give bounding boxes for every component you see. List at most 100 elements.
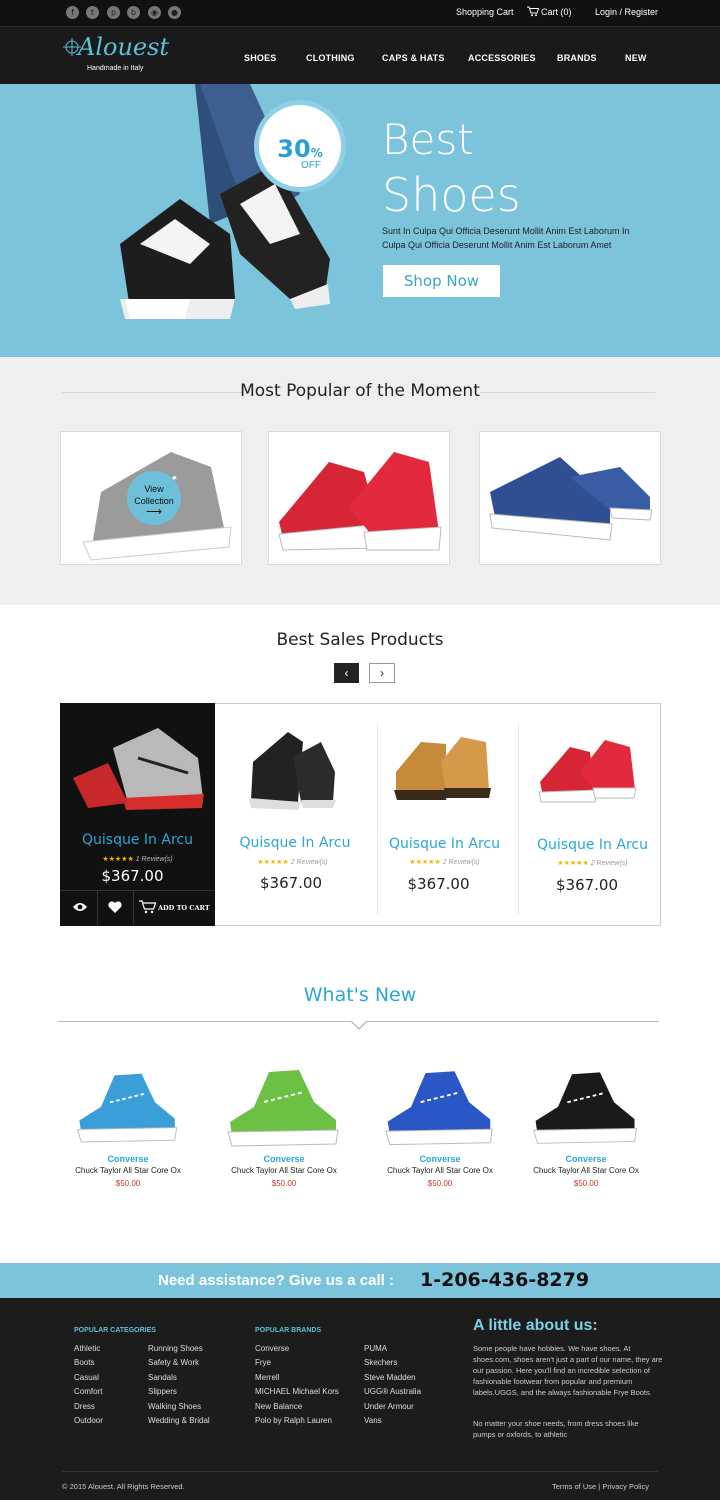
view-collection-label: View Collection xyxy=(134,484,174,506)
footer-legal-links: Terms of Use | Privacy Policy xyxy=(552,1482,649,1491)
about-paragraph-1: Some people have hobbies. We have shoes.… xyxy=(473,1344,663,1397)
footer-link[interactable]: New Balance xyxy=(255,1402,302,1411)
dribbble-icon[interactable]: ● xyxy=(168,6,181,19)
product-4-name[interactable]: Quisque In Arcu xyxy=(521,837,664,853)
whats-new-brand-1[interactable]: Converse xyxy=(58,1154,198,1164)
blogger-icon[interactable]: b xyxy=(127,6,140,19)
add-to-cart-button[interactable]: ADD TO CART xyxy=(158,904,210,912)
whats-new-price-2: $50.00 xyxy=(271,1179,297,1188)
product-2-price: $367.00 xyxy=(259,874,323,892)
nav-brands[interactable]: BRANDS xyxy=(557,53,597,63)
best-sales-title: Best Sales Products xyxy=(276,630,444,650)
footer-link[interactable]: Casual xyxy=(74,1373,99,1382)
footer-link[interactable]: Safety & Work xyxy=(148,1358,199,1367)
whats-new-brand-2[interactable]: Converse xyxy=(214,1154,354,1164)
footer-link[interactable]: Boots xyxy=(74,1358,94,1367)
product-3-rating: ★★★★★ 2 Review(s) xyxy=(409,859,480,866)
footer-link[interactable]: Sandals xyxy=(148,1373,177,1382)
blue-sneaker-image xyxy=(489,457,653,541)
next-arrow-button[interactable]: › xyxy=(369,663,395,683)
eye-icon[interactable] xyxy=(72,901,88,913)
featured-product-name[interactable]: Quisque In Arcu xyxy=(60,832,215,848)
badge-percent-sign: % xyxy=(310,146,323,160)
pinterest-icon[interactable]: p xyxy=(107,6,120,19)
shopping-cart-link[interactable]: Shopping Cart xyxy=(456,7,514,17)
whats-new-shoe-image-4 xyxy=(533,1072,637,1144)
shop-now-button[interactable]: Shop Now xyxy=(383,265,500,297)
action-divider xyxy=(60,890,215,891)
footer-link[interactable]: Athletic xyxy=(74,1344,100,1353)
whats-new-model-2[interactable]: Chuck Taylor All Star Core Ox xyxy=(214,1166,354,1175)
login-register-link[interactable]: Login / Register xyxy=(595,7,658,17)
rss-icon[interactable]: ◉ xyxy=(148,6,161,19)
popular-brands-heading: POPULAR BRANDS xyxy=(255,1327,322,1334)
footer-link[interactable]: Converse xyxy=(255,1344,289,1353)
product-divider-2 xyxy=(518,724,519,914)
whats-new-model-1[interactable]: Chuck Taylor All Star Core Ox xyxy=(58,1166,198,1175)
prev-arrow-button[interactable]: ‹ xyxy=(334,663,359,683)
whats-new-shoe-image-1 xyxy=(77,1073,178,1143)
footer-link[interactable]: Walking Shoes xyxy=(148,1402,201,1411)
twitter-icon[interactable]: t xyxy=(86,6,99,19)
heart-icon[interactable] xyxy=(108,901,122,914)
footer-link[interactable]: Wedding & Bridal xyxy=(148,1416,210,1425)
footer-link[interactable]: Comfort xyxy=(74,1387,102,1396)
facebook-icon[interactable]: f xyxy=(66,6,79,19)
footer-link[interactable]: Steve Madden xyxy=(364,1373,416,1382)
footer-link[interactable]: Vans xyxy=(364,1416,382,1425)
footer-link[interactable]: UGG® Australia xyxy=(364,1387,421,1396)
footer-link[interactable]: Slippers xyxy=(148,1387,177,1396)
whats-new-price-3: $50.00 xyxy=(427,1179,453,1188)
footer-link[interactable]: Outdoor xyxy=(74,1416,103,1425)
featured-product-price: $367.00 xyxy=(101,867,164,885)
copyright: © 2015 Alouest. All Rights Reserved. xyxy=(62,1482,185,1491)
divider-pointer-fill xyxy=(351,1020,367,1028)
view-collection-button[interactable]: View Collection ⟶ xyxy=(127,471,181,525)
footer-link[interactable]: Merrell xyxy=(255,1373,279,1382)
black-oxford-image xyxy=(249,732,336,810)
terms-link[interactable]: Terms of Use xyxy=(552,1482,596,1491)
assistance-text: Need assistance? Give us a call : xyxy=(158,1272,394,1289)
product-4-rating: ★★★★★ 2 Review(s) xyxy=(557,860,628,867)
popular-card-red[interactable] xyxy=(268,431,450,565)
nav-clothing[interactable]: CLOTHING xyxy=(306,53,355,63)
product-2-name[interactable]: Quisque In Arcu xyxy=(215,835,375,851)
hero-banner: Best Shoes Sunt In Culpa Qui Officia Des… xyxy=(0,84,720,357)
assistance-phone[interactable]: 1-206-436-8279 xyxy=(420,1269,589,1291)
nav-new[interactable]: NEW xyxy=(625,53,647,63)
whats-new-model-3[interactable]: Chuck Taylor All Star Core Ox xyxy=(370,1166,510,1175)
product-2-rating: ★★★★★ 2 Review(s) xyxy=(257,859,328,866)
footer-link[interactable]: Polo by Ralph Lauren xyxy=(255,1416,332,1425)
privacy-link[interactable]: Privacy Policy xyxy=(602,1482,649,1491)
footer-link[interactable]: MICHAEL Michael Kors xyxy=(255,1387,339,1396)
footer-link[interactable]: Running Shoes xyxy=(148,1344,203,1353)
whats-new-model-4[interactable]: Chuck Taylor All Star Core Ox xyxy=(516,1166,656,1175)
hero-title-line2: Shoes xyxy=(382,168,521,222)
popular-card-blue[interactable] xyxy=(479,431,661,565)
logo[interactable]: Alouest Handmade in Italy xyxy=(62,33,192,77)
whats-new-brand-3[interactable]: Converse xyxy=(370,1154,510,1164)
whats-new-shoe-image-2 xyxy=(227,1070,339,1147)
red-sneaker-small-image xyxy=(538,740,637,803)
basketball-shoe-image xyxy=(73,728,204,810)
whats-new-brand-4[interactable]: Converse xyxy=(516,1154,656,1164)
footer-link[interactable]: Under Armour xyxy=(364,1402,414,1411)
footer-link[interactable]: Frye xyxy=(255,1358,271,1367)
cart-link[interactable]: Cart (0) xyxy=(541,7,572,17)
footer-divider xyxy=(62,1471,658,1472)
nav-accessories[interactable]: ACCESSORIES xyxy=(468,53,536,63)
discount-badge: 30% OFF xyxy=(254,100,346,192)
add-cart-icon[interactable] xyxy=(139,900,157,914)
product-3-name[interactable]: Quisque In Arcu xyxy=(378,836,511,852)
nav-shoes[interactable]: SHOES xyxy=(244,53,277,63)
cart-icon[interactable] xyxy=(527,6,539,17)
footer-link[interactable]: Skechers xyxy=(364,1358,397,1367)
red-sneaker-image xyxy=(278,452,442,551)
divider-left xyxy=(62,392,242,393)
whats-new-shoe-image-3 xyxy=(385,1071,493,1146)
about-title: A little about us: xyxy=(473,1317,598,1334)
footer-link[interactable]: Dress xyxy=(74,1402,95,1411)
nav-caps-hats[interactable]: CAPS & HATS xyxy=(382,53,445,63)
footer-link[interactable]: PUMA xyxy=(364,1344,387,1353)
featured-product-card[interactable] xyxy=(60,703,215,926)
